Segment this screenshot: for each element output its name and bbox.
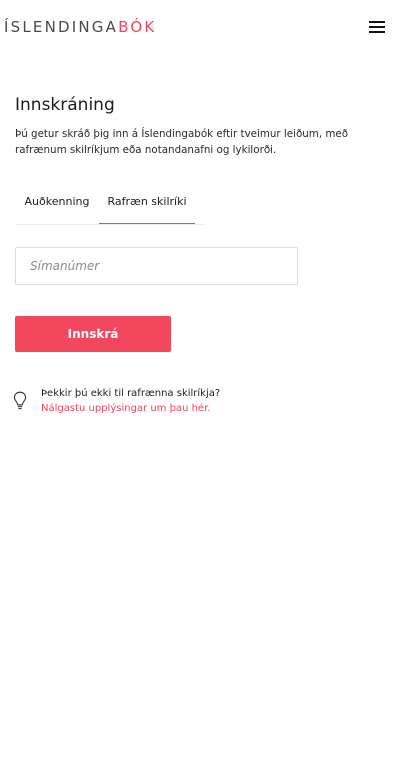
logo-main-text: ÍSLENDINGA	[4, 18, 119, 36]
page-title: Innskráning	[15, 95, 115, 115]
site-logo[interactable]: ÍSLENDINGABÓK	[4, 18, 156, 36]
logo-accent-text: BÓK	[118, 18, 157, 36]
menu-line	[369, 21, 385, 23]
login-method-tabs: Auðkenning Rafræn skilríki	[15, 184, 205, 225]
tab-rafraen-skilriki[interactable]: Rafræn skilríki	[99, 184, 195, 224]
menu-line	[369, 26, 385, 28]
top-bar: ÍSLENDINGABÓK	[0, 0, 400, 56]
hamburger-menu-icon[interactable]	[367, 19, 387, 35]
login-button[interactable]: Innskrá	[15, 316, 171, 352]
tab-audkenning[interactable]: Auðkenning	[15, 184, 99, 223]
hint-question: Þekkir þú ekki til rafrænna skilríkja?	[41, 388, 221, 399]
phone-number-input[interactable]	[15, 247, 298, 285]
lightbulb-icon	[13, 391, 27, 410]
login-intro-text: Þú getur skráð þig inn á Íslendingabók e…	[15, 128, 349, 156]
info-link[interactable]: Nálgastu upplýsingar um þau hér.	[41, 401, 210, 416]
menu-line	[369, 31, 385, 33]
